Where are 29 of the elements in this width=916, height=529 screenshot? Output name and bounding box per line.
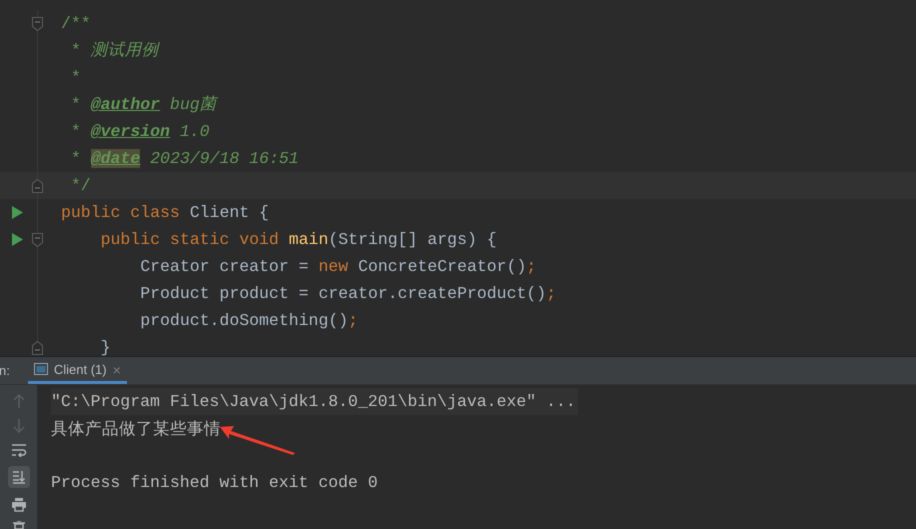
soft-wrap-icon[interactable]: [10, 443, 26, 458]
code-line: */: [70, 176, 91, 195]
panel-label: n:: [0, 362, 11, 380]
code-line: public class Client {: [61, 203, 269, 222]
scroll-to-end-icon: [12, 470, 26, 484]
console-output: Process finished with exit code 0: [51, 473, 378, 492]
fold-icon[interactable]: [32, 232, 43, 246]
run-icon[interactable]: [12, 206, 23, 219]
run-icon[interactable]: [12, 233, 23, 246]
code-line: * 测试用例: [70, 41, 159, 60]
code-line: * @date 2023/9/18 16:51: [70, 149, 299, 168]
code-line: product.doSomething();: [139, 311, 358, 330]
code-line: Creator creator = new ConcreteCreator();: [139, 257, 536, 276]
code-line: *: [70, 68, 81, 87]
code-line: Product product = creator.createProduct();: [139, 284, 556, 303]
fold-icon[interactable]: [32, 178, 43, 192]
scroll-to-end-button[interactable]: [8, 466, 30, 488]
code-line: }: [100, 338, 111, 356]
command-line-text: "C:\Program Files\Java\jdk1.8.0_201\bin\java.exe" ...: [51, 388, 578, 416]
code-line: * @author bug菌: [70, 95, 217, 114]
code-line: * @version 1.0: [70, 122, 210, 141]
code-line: /**: [61, 14, 91, 33]
code-line: public static void main(String[] args) {: [100, 230, 497, 249]
print-icon[interactable]: [10, 497, 26, 512]
fold-icon[interactable]: [32, 340, 43, 354]
console-icon: [34, 363, 48, 376]
console-output: 具体产品做了某些事情: [51, 419, 221, 438]
fold-icon[interactable]: [32, 16, 43, 30]
trash-icon[interactable]: [12, 521, 26, 529]
